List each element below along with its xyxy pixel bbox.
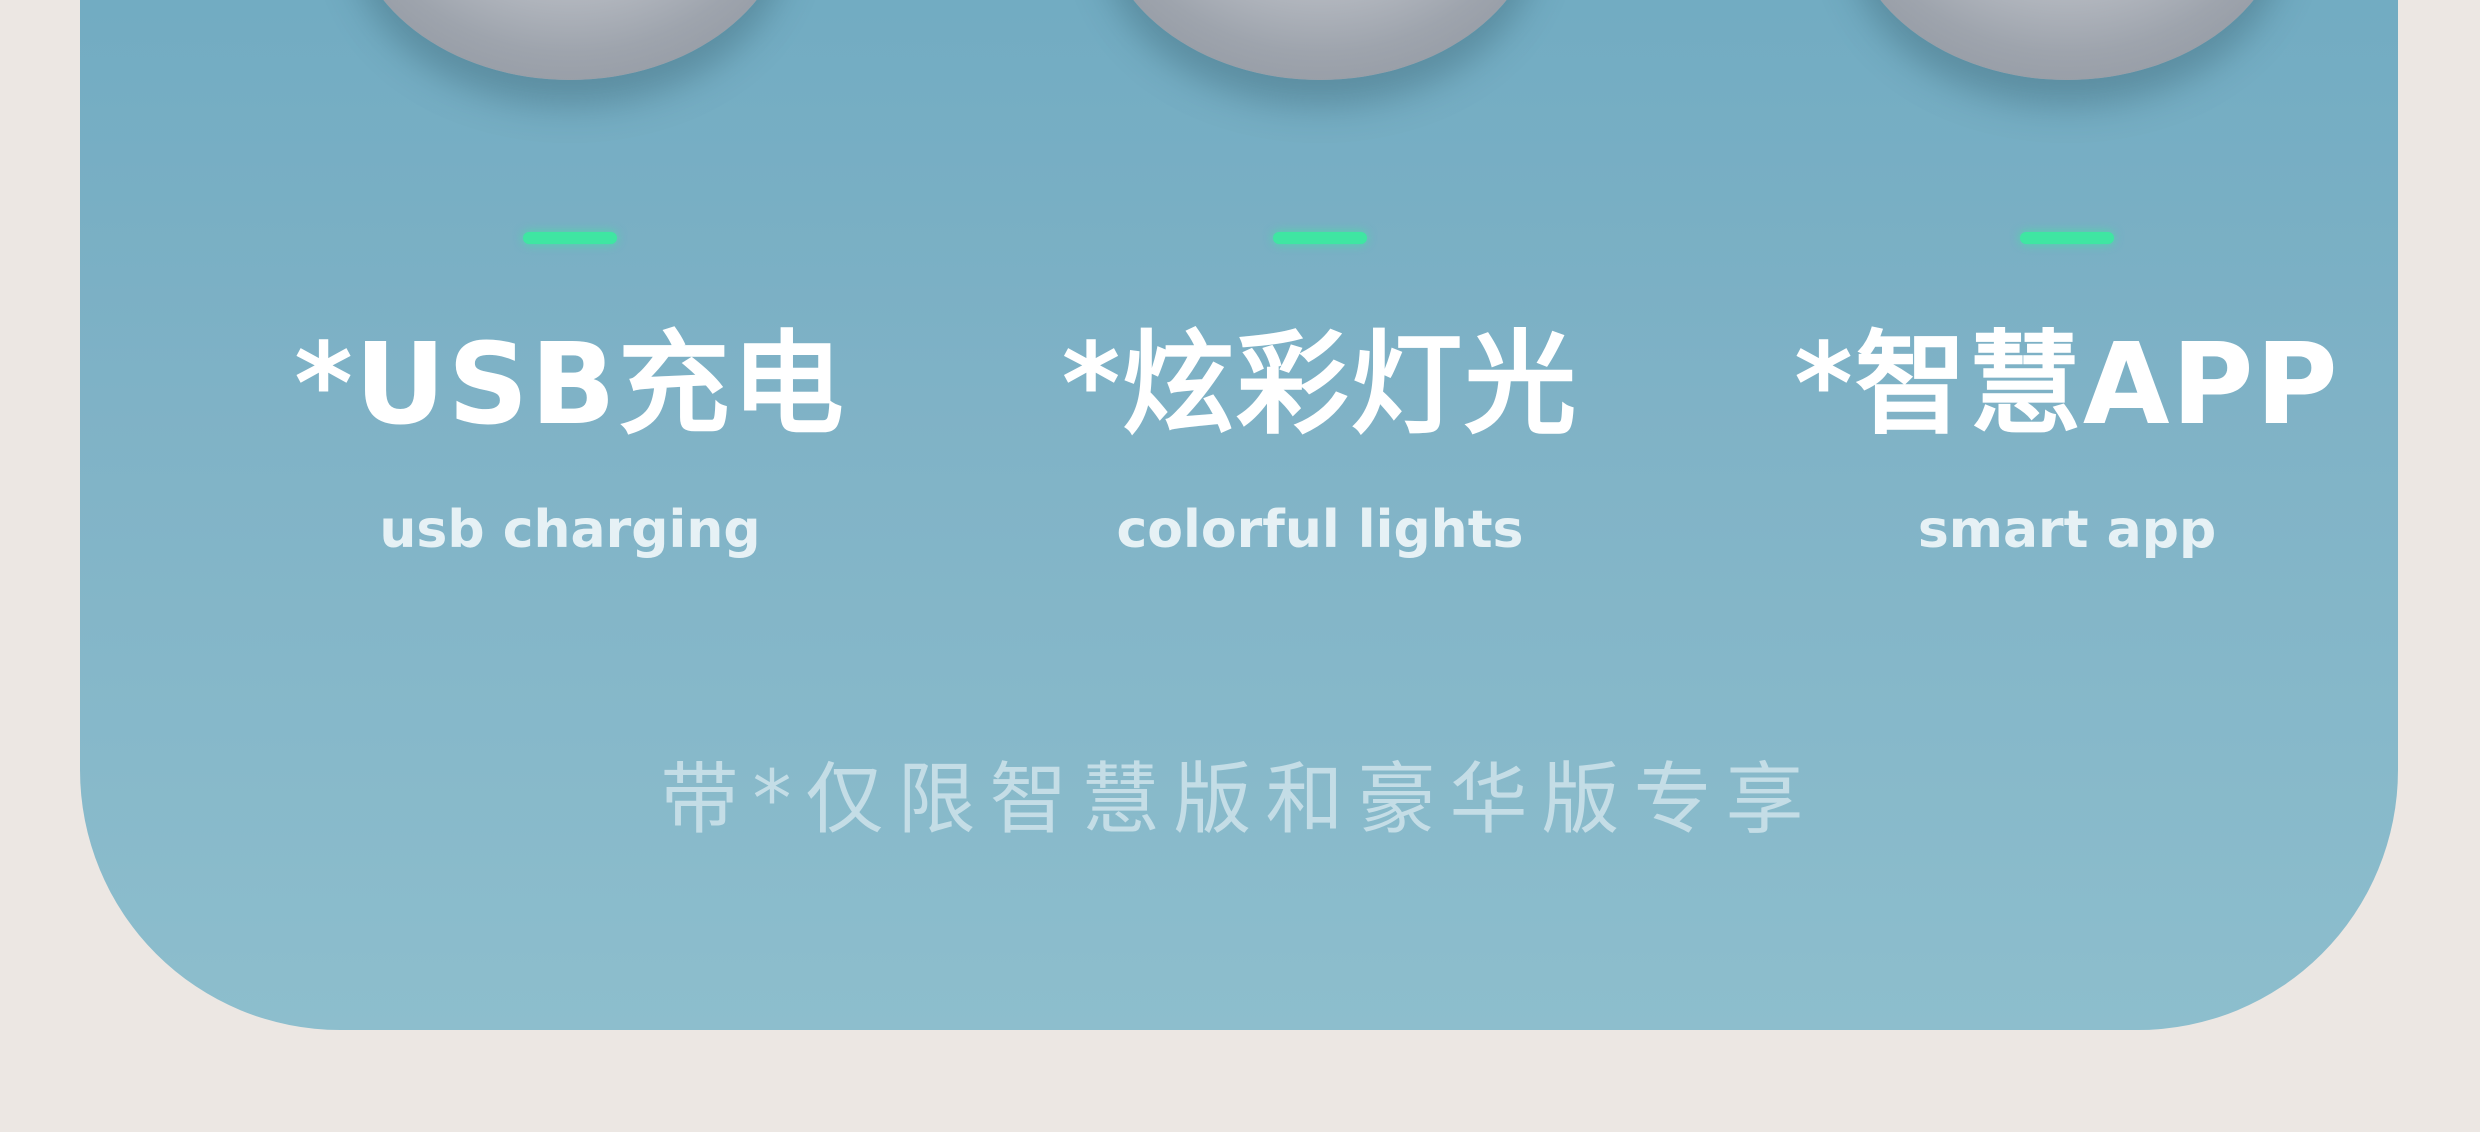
knob-icon [1847,0,2287,80]
indicator-light [1273,232,1367,244]
feature-usb-charging: *USB充电 usb charging [210,0,930,580]
feature-title: *炫彩灯光 [1061,320,1579,450]
feature-title: *USB充电 [294,320,846,450]
feature-panel: *USB充电 usb charging *炫彩灯光 colorful light… [80,0,2398,1030]
feature-subtitle: colorful lights [1116,500,1524,560]
indicator-light [523,232,617,244]
knob-icon [1100,0,1540,80]
knob-icon [350,0,790,80]
indicator-light [2020,232,2114,244]
feature-subtitle: usb charging [379,500,761,560]
feature-title: *智慧APP [1794,320,2340,450]
feature-colorful-lights: *炫彩灯光 colorful lights [960,0,1680,580]
footnote: 带*仅限智慧版和豪华版专享 [660,755,1818,845]
feature-smart-app: *智慧APP smart app [1707,0,2398,580]
feature-subtitle: smart app [1917,500,2217,560]
